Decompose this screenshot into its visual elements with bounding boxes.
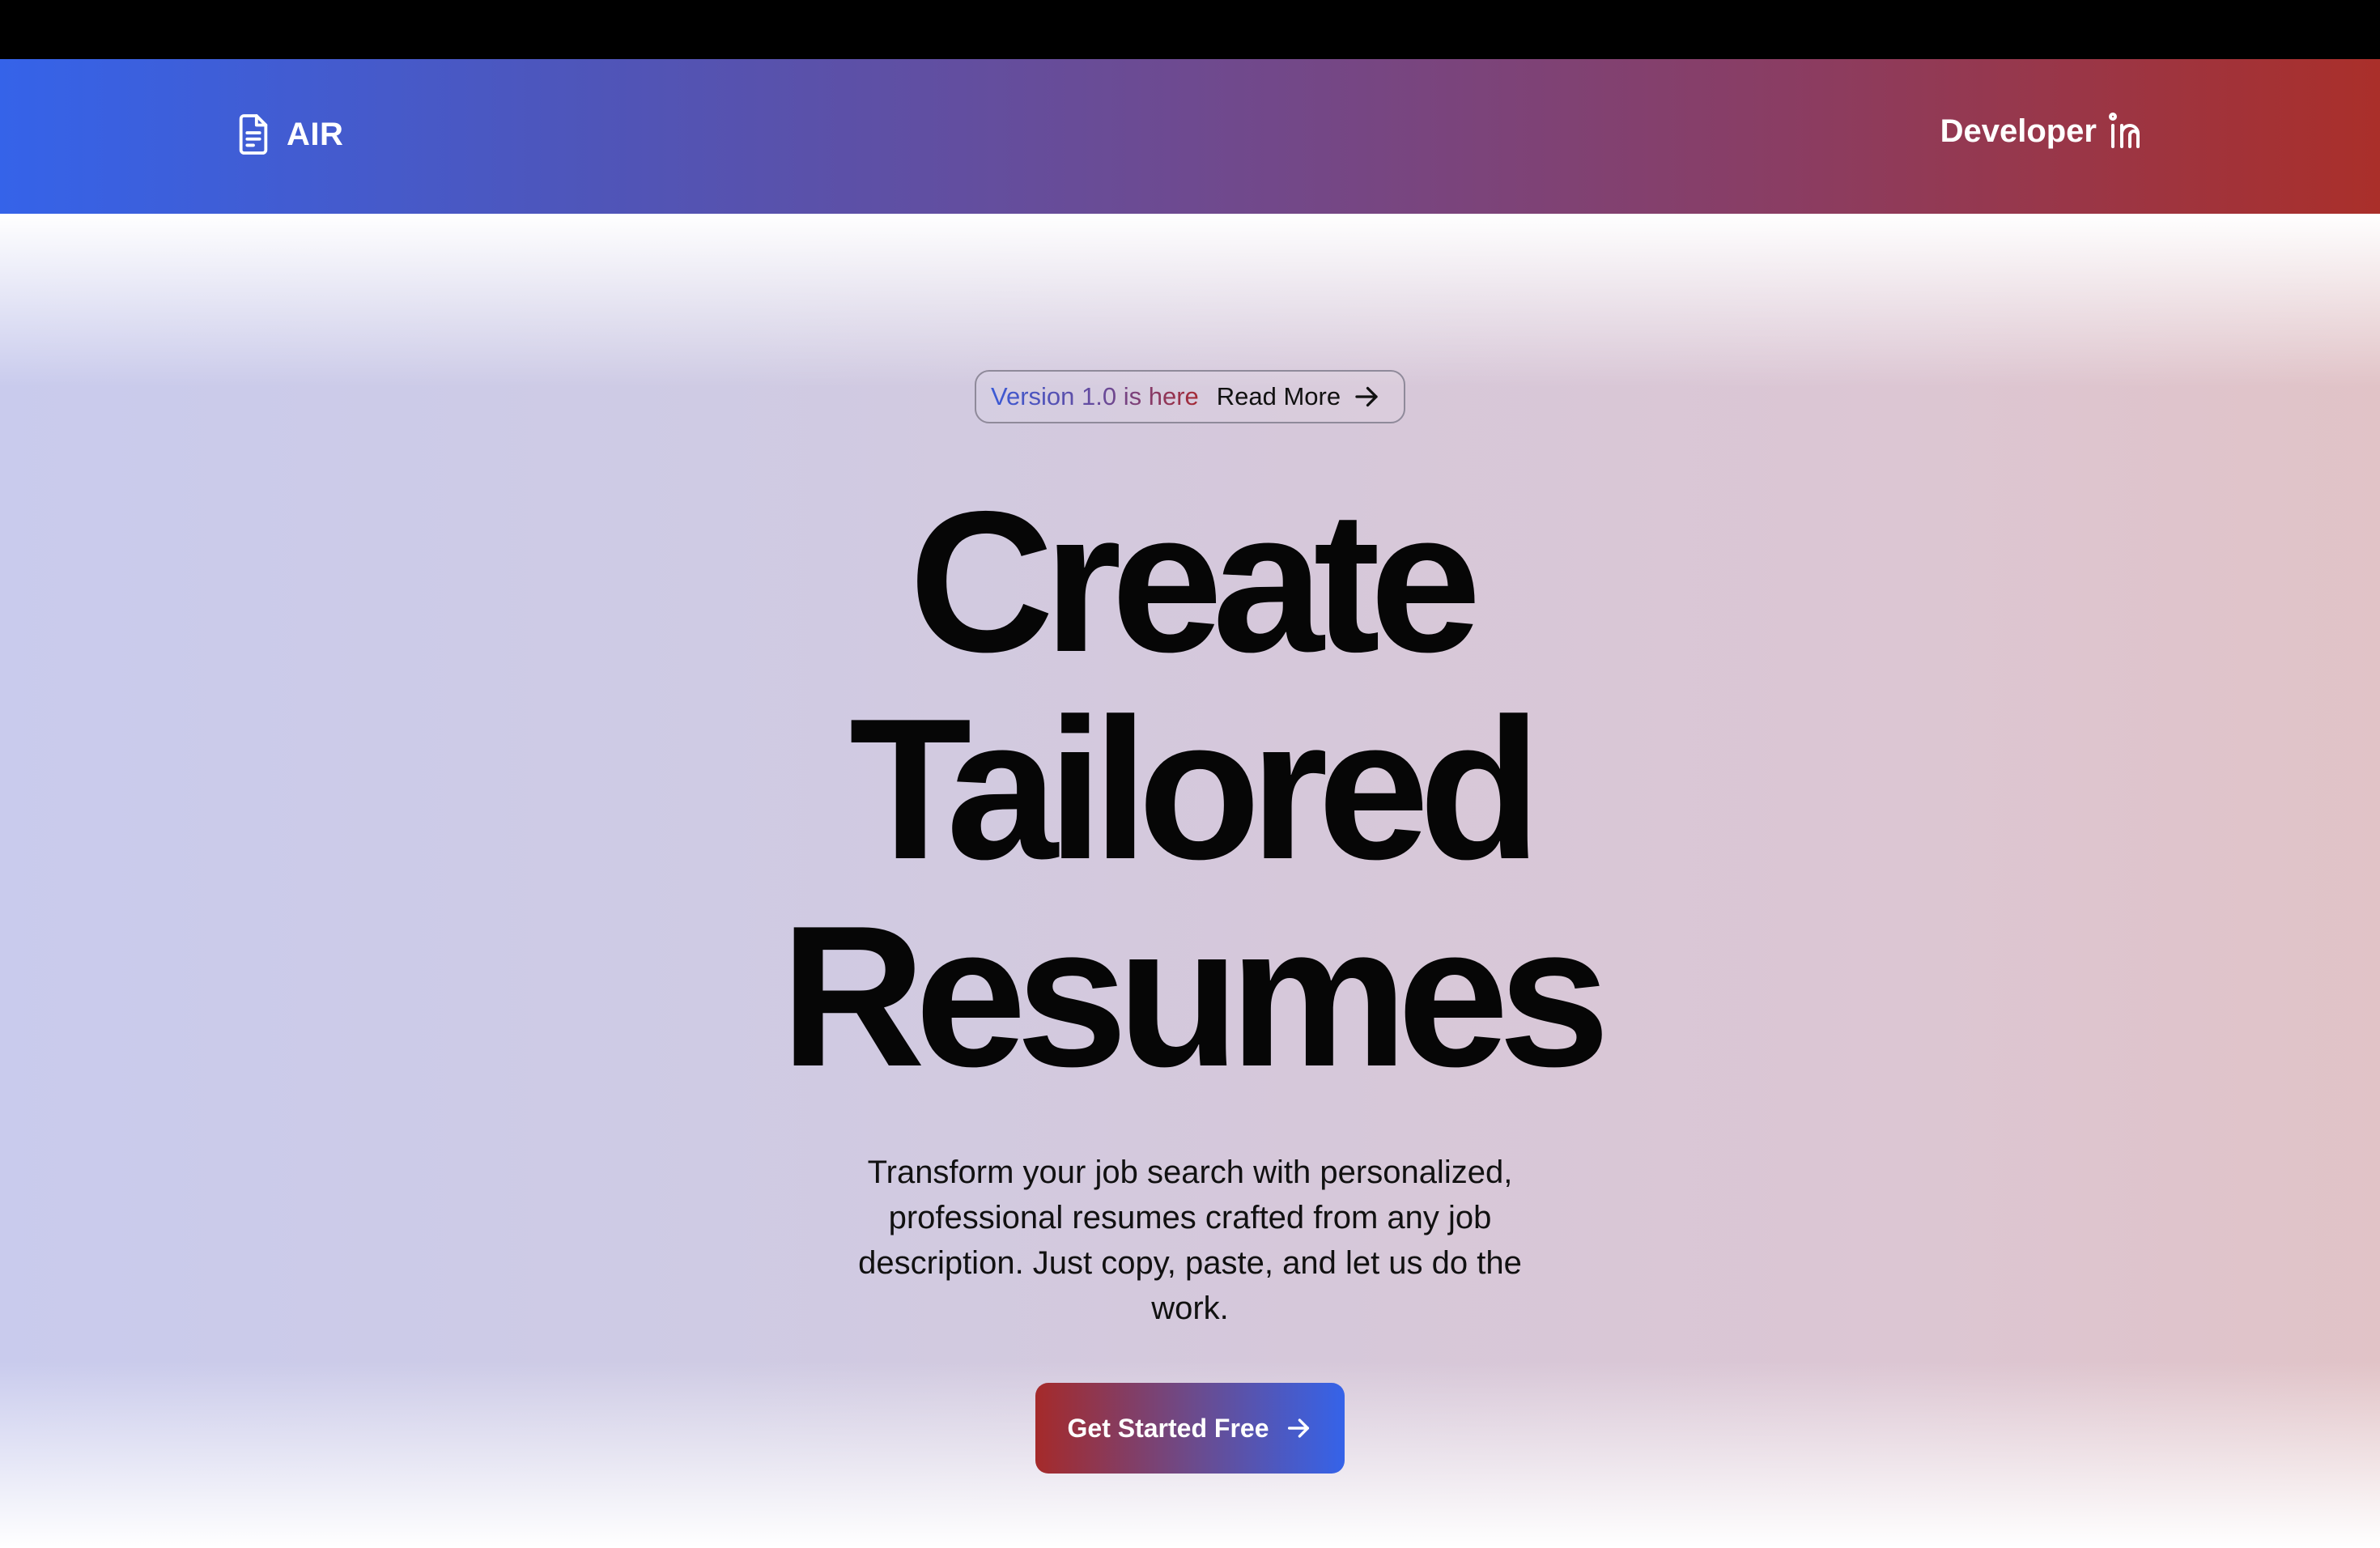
headline-line-2: Tailored xyxy=(848,676,1541,901)
browser-top-bar xyxy=(0,0,2380,59)
read-more-link[interactable]: Read More xyxy=(1217,382,1381,411)
developer-label: Developer xyxy=(1940,113,2097,149)
hero-headline: Create Tailored Resumes xyxy=(0,478,2380,1099)
version-badge[interactable]: Version 1.0 is here Read More xyxy=(975,370,1405,423)
navbar: AIR Developer xyxy=(0,59,2380,214)
arrow-right-icon xyxy=(1285,1414,1312,1442)
linkedin-icon xyxy=(2108,113,2147,150)
read-more-label: Read More xyxy=(1216,382,1341,410)
developer-link[interactable]: Developer xyxy=(1940,113,2147,150)
headline-line-1: Create xyxy=(909,469,1481,694)
brand-logo[interactable]: AIR xyxy=(235,113,343,156)
get-started-button[interactable]: Get Started Free xyxy=(1035,1383,1345,1474)
document-icon xyxy=(235,113,272,156)
get-started-label: Get Started Free xyxy=(1067,1413,1269,1443)
headline-line-3: Resumes xyxy=(780,883,1610,1108)
arrow-right-icon xyxy=(1352,382,1381,411)
page: AIR Developer Version 1.0 is here Read M… xyxy=(0,0,2380,1548)
version-text: Version 1.0 is here xyxy=(991,382,1199,410)
brand-name: AIR xyxy=(287,116,344,152)
hero-subtitle: Transform your job search with personali… xyxy=(858,1155,1522,1326)
